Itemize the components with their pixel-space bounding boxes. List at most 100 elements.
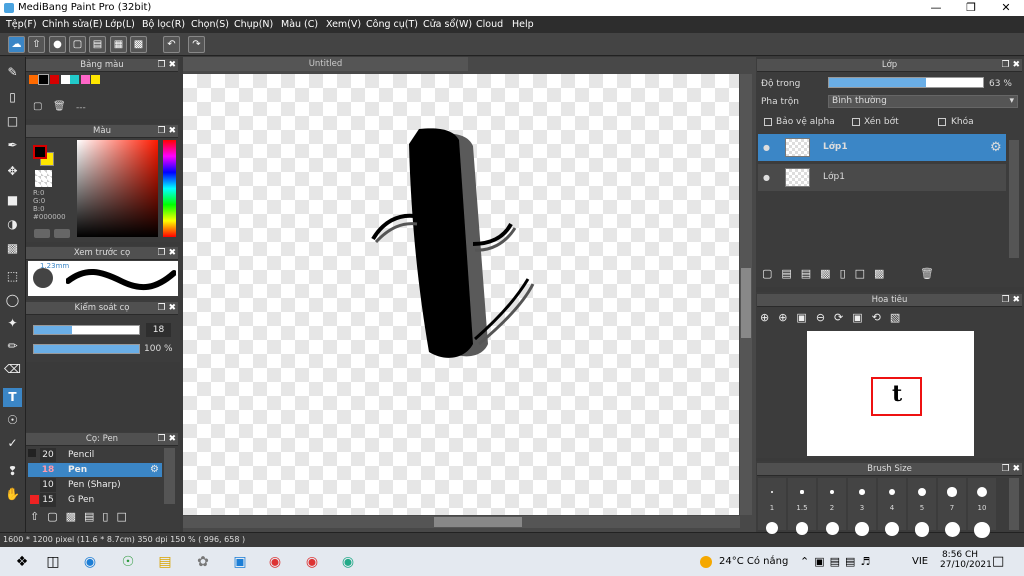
task-view-icon[interactable]: ◫ — [43, 553, 63, 571]
layer-row[interactable]: ● Lớp1 — [758, 164, 1006, 191]
swatch-white[interactable] — [61, 75, 70, 84]
app-icon[interactable]: ✿ — [193, 553, 213, 571]
brush-tool-icon[interactable]: ✎ — [3, 63, 22, 82]
layer-toolbar[interactable]: ▢▤▤▩▯□▩ — [762, 267, 942, 281]
medibang-icon[interactable]: ◉ — [338, 553, 358, 571]
note-icon[interactable]: ▢ — [69, 36, 86, 53]
new-palette-icon[interactable]: ▢ — [33, 101, 42, 112]
panel-close-icon[interactable]: ❐ ✖ — [158, 59, 176, 72]
canvas-hscrollbar[interactable] — [183, 516, 740, 528]
swatch-yellow[interactable] — [91, 75, 100, 84]
panel-close-icon[interactable]: ❐ ✖ — [158, 433, 176, 446]
maximize-button[interactable]: ❐ — [961, 1, 981, 15]
alpha-lock-checkbox[interactable] — [764, 118, 772, 126]
brush-size-value[interactable]: 18 — [146, 323, 171, 337]
text-tool-icon[interactable]: T — [3, 388, 22, 407]
select-rect-tool-icon[interactable]: ⬚ — [3, 267, 22, 286]
brush-size-slider[interactable] — [33, 325, 140, 335]
canvas-vscrollbar[interactable] — [740, 74, 752, 515]
brush-size-scrollbar[interactable] — [1009, 478, 1019, 530]
redo-icon[interactable]: ↷ — [188, 36, 205, 53]
app-icon[interactable]: ☉ — [118, 553, 138, 571]
panel-close-icon[interactable]: ❐ ✖ — [1002, 59, 1020, 72]
layer-settings-icon[interactable]: ⚙ — [990, 134, 1002, 161]
share-icon[interactable]: ⇧ — [28, 36, 45, 53]
clip-checkbox[interactable] — [852, 118, 860, 126]
magic-wand-tool-icon[interactable]: ✦ — [3, 314, 22, 333]
panel-close-icon[interactable]: ❐ ✖ — [1002, 463, 1020, 476]
menu-help[interactable]: Help — [512, 19, 534, 30]
color-field[interactable] — [77, 140, 158, 237]
brush-size-cell[interactable]: 4 — [878, 478, 906, 536]
tray-icons[interactable]: ⌃▣▤▤♬ — [800, 555, 900, 568]
brush-size-cell[interactable]: 7 — [938, 478, 966, 537]
brush-size-cell[interactable]: 10 — [968, 478, 996, 538]
edge-icon[interactable]: ◉ — [80, 553, 100, 571]
lock-checkbox[interactable] — [938, 118, 946, 126]
select-pen-tool-icon[interactable]: ✏ — [3, 337, 22, 356]
language-indicator[interactable]: VIE — [912, 556, 928, 567]
swatch-red[interactable] — [50, 75, 59, 84]
eye-icon[interactable]: ● — [763, 164, 770, 191]
grid-icon[interactable]: ▦ — [110, 36, 127, 53]
blend-mode-select[interactable]: Bình thường ▾ — [828, 95, 1018, 108]
panel-close-icon[interactable]: ❐ ✖ — [1002, 294, 1020, 307]
menu-capture[interactable]: Chụp(N) — [234, 19, 273, 30]
select-eraser-tool-icon[interactable]: ⌫ — [3, 360, 22, 379]
brush-item[interactable]: 10 Pen (Sharp) — [28, 478, 162, 492]
hue-slider[interactable] — [163, 140, 176, 237]
dropper-tool-icon[interactable]: ❢ — [3, 462, 22, 481]
layer-opacity-slider[interactable] — [828, 77, 984, 88]
brush-size-cell[interactable]: 1.5 — [788, 478, 816, 535]
zalo-icon[interactable]: ▣ — [230, 553, 250, 571]
comment-icon[interactable]: ● — [49, 36, 66, 53]
swatch-black[interactable] — [38, 74, 49, 85]
navigator-toolbar[interactable]: ⊕⊕▣⊖⟳▣⟲▧ — [760, 311, 940, 327]
color-mode-button[interactable] — [34, 229, 50, 238]
clock[interactable]: 8:56 CH 27/10/2021 — [940, 550, 992, 570]
minimize-button[interactable]: — — [926, 1, 946, 15]
pen-tool-icon[interactable]: ✒ — [3, 136, 22, 155]
delete-layer-icon[interactable]: 🗑 — [920, 267, 934, 280]
eye-icon[interactable]: ● — [763, 134, 770, 161]
windows-start-icon[interactable]: ❖ — [12, 553, 32, 571]
hand-tool-icon[interactable]: ✋ — [3, 485, 22, 504]
menu-cloud[interactable]: Cloud — [476, 19, 503, 30]
document-canvas[interactable] — [183, 74, 739, 515]
cloud-icon[interactable]: ☁ — [8, 36, 25, 53]
document-icon[interactable]: ▤ — [89, 36, 106, 53]
close-button[interactable]: ✕ — [996, 1, 1016, 15]
layer-scrollbar[interactable] — [1009, 140, 1019, 258]
swatch-pink[interactable] — [81, 75, 90, 84]
primary-color[interactable] — [33, 145, 47, 159]
panel-close-icon[interactable]: ❐ ✖ — [158, 247, 176, 260]
chrome-icon[interactable]: ◉ — [302, 553, 322, 571]
transparent-color[interactable] — [35, 170, 52, 187]
menu-select[interactable]: Chọn(S) — [191, 19, 229, 30]
move-tool-icon[interactable]: ✥ — [3, 162, 22, 181]
file-explorer-icon[interactable]: ▤ — [155, 553, 175, 571]
rectangle-tool-icon[interactable]: □ — [3, 112, 22, 131]
brush-size-cell[interactable]: 2 — [818, 478, 846, 535]
transform-tool-icon[interactable]: ☉ — [3, 411, 22, 430]
delete-palette-icon[interactable]: 🗑 — [53, 101, 66, 112]
brush-size-cell[interactable]: 5 — [908, 478, 936, 537]
brush-list-scrollbar[interactable] — [164, 448, 175, 504]
brush-size-cell[interactable]: 3 — [848, 478, 876, 536]
brush-opacity-slider[interactable] — [33, 344, 140, 354]
fill-rect-tool-icon[interactable]: ■ — [3, 191, 22, 210]
menu-file[interactable]: Tệp(F) — [6, 19, 37, 30]
layer-row-selected[interactable]: ● Lớp1 ⚙ — [758, 134, 1006, 161]
undo-icon[interactable]: ↶ — [163, 36, 180, 53]
menu-filter[interactable]: Bộ lọc(R) — [142, 19, 185, 30]
brush-item[interactable]: 20 Pencil — [28, 448, 162, 462]
navigator-preview[interactable]: t — [807, 331, 974, 456]
gradient-tool-icon[interactable]: ▩ — [3, 239, 22, 258]
eraser-tool-icon[interactable]: ▯ — [3, 88, 22, 107]
brush-size-cell[interactable]: 1 — [758, 478, 786, 534]
eyedropper-tool-icon[interactable]: ✓ — [3, 434, 22, 453]
chrome-icon[interactable]: ◉ — [265, 553, 285, 571]
menu-layer[interactable]: Lớp(L) — [105, 19, 135, 30]
swatch-orange[interactable] — [29, 75, 38, 84]
menu-window[interactable]: Cửa sổ(W) — [423, 19, 472, 30]
